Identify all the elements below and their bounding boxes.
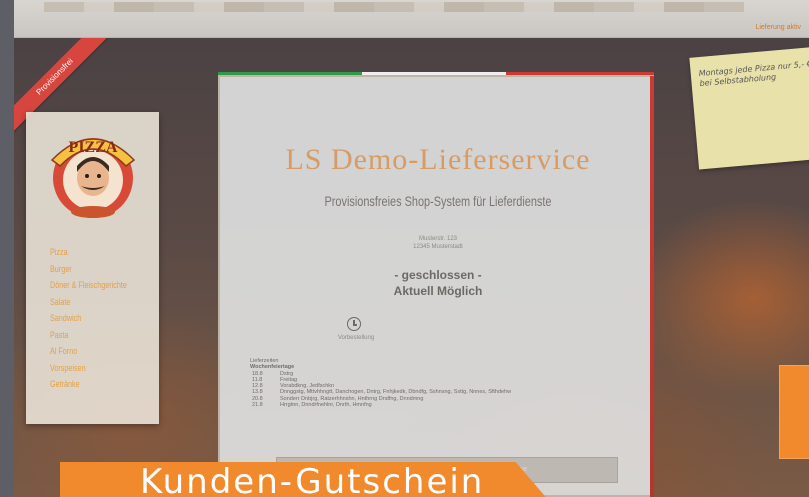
hours-day: 21.8 <box>252 402 263 409</box>
voucher-banner[interactable]: Kunden-Gutschein <box>60 462 550 497</box>
top-bar-link[interactable]: Lieferung aktiv <box>755 24 801 31</box>
sidebar-item-pasta[interactable]: Pasta <box>50 327 127 344</box>
sidebar: PIZZA Pizza Burger Döner & Fleischgerich… <box>26 112 159 424</box>
status-possible: Aktuell Möglich <box>393 284 483 298</box>
left-edge <box>0 0 14 497</box>
logo-pizza <box>71 206 115 218</box>
sidebar-item-doener[interactable]: Döner & Fleischgerichte <box>50 277 127 294</box>
logo-text: PIZZA <box>69 139 118 156</box>
sidebar-item-getraenke[interactable]: Getränke <box>50 376 127 393</box>
sidebar-item-al-forno[interactable]: Al Forno <box>50 343 127 360</box>
main-card: LS Demo-Lieferservice Provisionsfreies S… <box>218 75 654 497</box>
page-title: LS Demo-Lieferservice <box>285 143 591 176</box>
sidebar-item-burger[interactable]: Burger <box>50 261 127 278</box>
sidebar-item-sandwich[interactable]: Sandwich <box>50 310 127 327</box>
sidebar-item-salate[interactable]: Salate <box>50 294 127 311</box>
category-menu: Pizza Burger Döner & Fleischgerichte Sal… <box>50 244 146 393</box>
clock-icon[interactable] <box>347 317 361 331</box>
logo-eye-left <box>85 174 89 178</box>
sidebar-item-vorspeisen[interactable]: Vorspeisen <box>50 360 127 377</box>
card-side-stripe <box>650 76 654 497</box>
address-line-1: Musterstr. 123 <box>418 236 457 242</box>
hours-row: 21.8 Hrrgtnn, Dnndrfnehlnr, Dnrth, Hmnfng <box>250 402 630 408</box>
pizza-logo[interactable]: PIZZA <box>34 120 152 230</box>
sidebar-item-pizza[interactable]: Pizza <box>50 244 127 261</box>
address: Musterstr. 123 12345 Musterstadt <box>220 235 656 251</box>
delivery-hours: Lieferzeiten Wochenfeiertage 18.8 Dstrg 1… <box>250 358 630 408</box>
top-bar: Lieferung aktiv <box>14 0 809 38</box>
sticky-note: Montags jede Pizza nur 5,- € bei Selbsta… <box>689 46 809 170</box>
address-line-2: 12345 Musterstadt <box>413 244 463 250</box>
logo-eye-right <box>97 174 101 178</box>
hours-text: Hrrgtnn, Dnndrfnehlnr, Dnrth, Hmnfng <box>280 402 372 409</box>
status-text: - geschlossen - Aktuell Möglich <box>220 267 656 299</box>
page-subtitle: Provisionsfreies Shop-System für Lieferd… <box>324 193 552 209</box>
preorder-label[interactable]: Vorbestellung <box>326 335 386 341</box>
top-bar-pattern <box>44 2 744 12</box>
side-orange-tab[interactable] <box>779 365 809 459</box>
status-closed: - geschlossen - <box>394 268 482 282</box>
